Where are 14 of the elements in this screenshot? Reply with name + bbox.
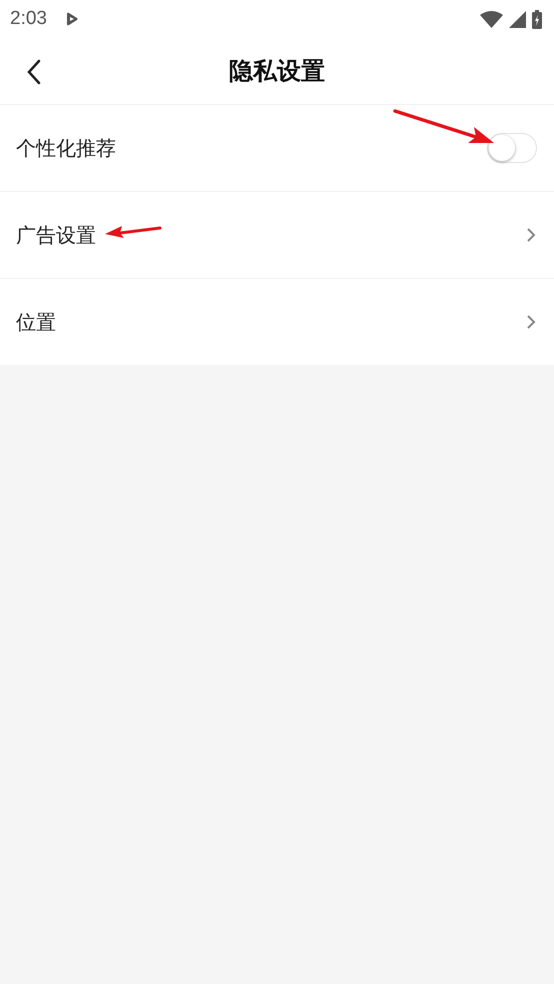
wifi-icon	[480, 10, 503, 28]
settings-row[interactable]: 位置	[0, 279, 554, 365]
status-time: 2:03	[10, 8, 47, 30]
chevron-left-icon	[27, 59, 41, 85]
page-title: 隐私设置	[229, 56, 325, 87]
settings-row[interactable]: 个性化推荐	[0, 105, 554, 192]
play-icon	[64, 12, 79, 26]
toggle-switch[interactable]	[487, 133, 537, 163]
row-label: 个性化推荐	[16, 134, 116, 162]
signal-icon	[509, 10, 526, 28]
settings-row[interactable]: 广告设置	[0, 192, 554, 279]
row-label: 位置	[16, 308, 56, 336]
row-label: 广告设置	[16, 222, 96, 248]
battery-icon	[532, 10, 542, 28]
